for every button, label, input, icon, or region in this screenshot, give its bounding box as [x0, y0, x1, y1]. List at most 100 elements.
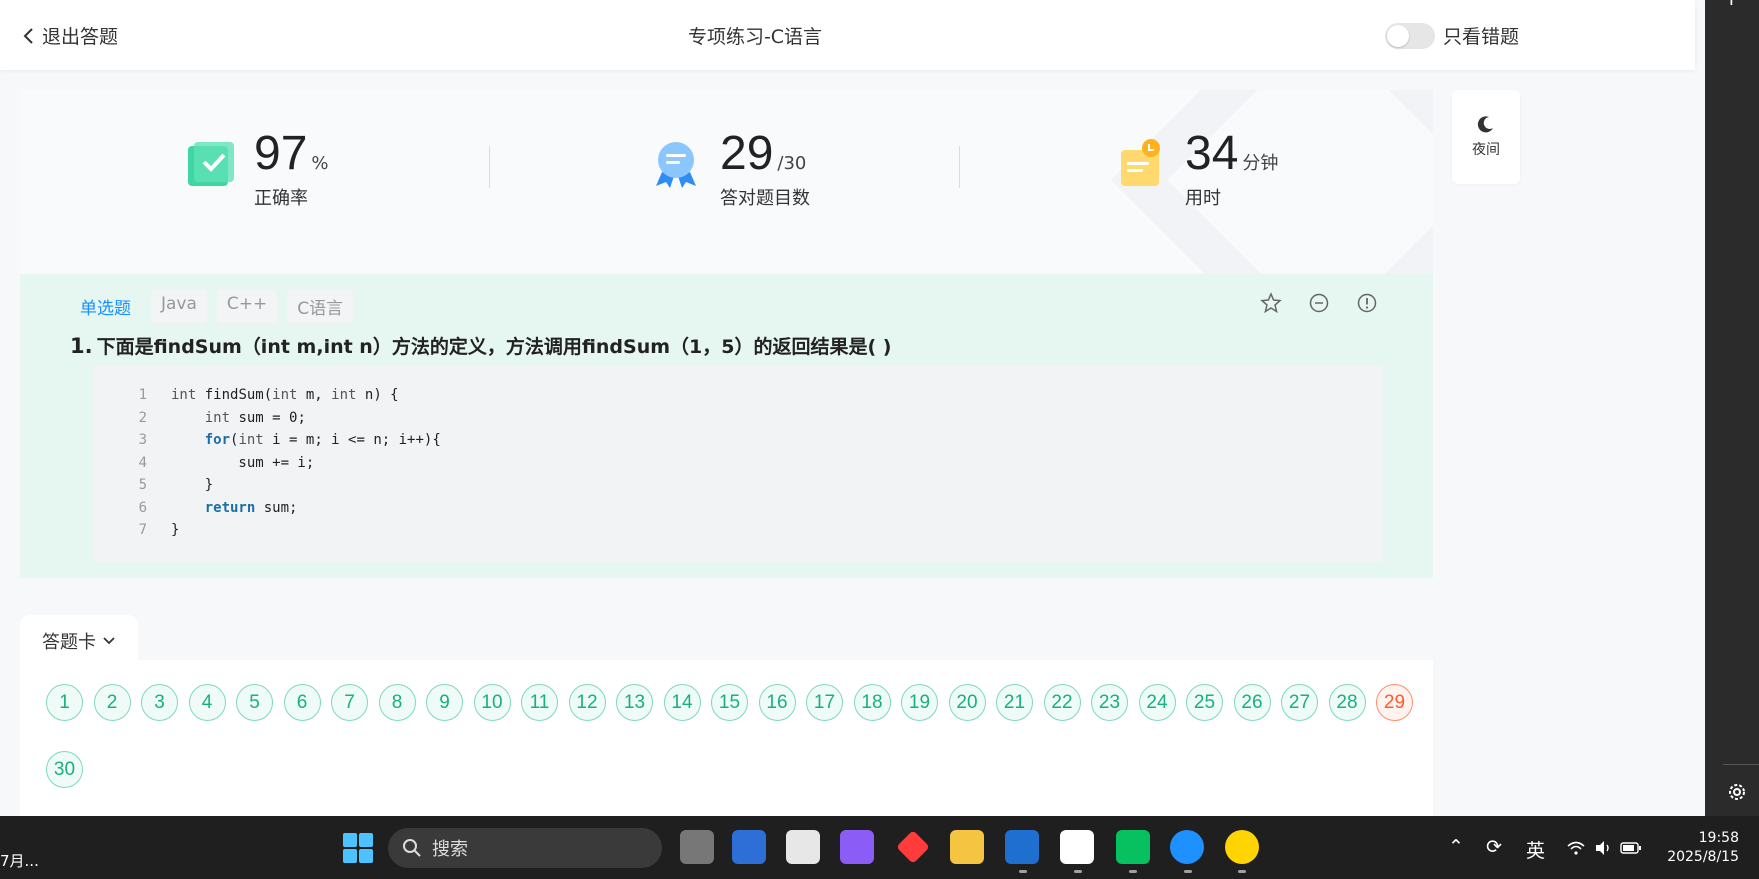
question-number-button[interactable]: 26 — [1233, 684, 1271, 721]
question-number-button[interactable]: 17 — [806, 684, 843, 721]
question-panel: 单选题 Java C++ C语言 1. 下面是findSum（int m,int … — [20, 274, 1433, 578]
task-view-icon[interactable] — [680, 830, 714, 864]
settings-app-icon[interactable] — [732, 830, 766, 864]
code-line: 7} — [93, 519, 1383, 542]
wifi-icon[interactable] — [1566, 840, 1586, 856]
wrong-only-toggle[interactable] — [1385, 22, 1435, 49]
line-number: 1 — [138, 387, 147, 403]
question-number-button[interactable]: 16 — [758, 684, 796, 721]
question-number-button[interactable]: 14 — [663, 684, 701, 721]
tag-language: Java — [151, 290, 207, 323]
award-badge-icon — [656, 142, 696, 188]
gear-icon[interactable] — [1725, 780, 1749, 804]
accuracy-value: 97 — [254, 127, 308, 180]
question-number-button[interactable]: 7 — [331, 684, 368, 721]
question-number-button[interactable]: 20 — [948, 684, 986, 721]
line-number: 7 — [138, 522, 147, 538]
question-number-button[interactable]: 11 — [521, 684, 558, 721]
question-number-button[interactable]: 8 — [378, 684, 416, 721]
code-line: 6 return sum; — [93, 497, 1383, 520]
question-number-button[interactable]: 9 — [426, 684, 463, 721]
question-number-button[interactable]: 1 — [46, 684, 83, 721]
check-clipboard-icon — [188, 142, 234, 186]
question-number-button[interactable]: 27 — [1281, 684, 1318, 721]
line-number: 5 — [138, 477, 147, 493]
page-title: 专项练习-C语言 — [687, 26, 823, 48]
running-indicator — [1184, 870, 1192, 873]
time-value: 34 — [1185, 127, 1239, 180]
question-number-button[interactable]: 12 — [568, 684, 606, 721]
code-text: int sum = 0; — [204, 409, 306, 426]
store-app-icon[interactable] — [786, 830, 820, 864]
code-text: sum += i; — [171, 454, 315, 471]
question-text: 下面是findSum（int m,int n）方法的定义，方法调用findSum… — [96, 336, 892, 358]
question-number-button[interactable]: 21 — [996, 684, 1033, 721]
result-stats-card: 97% 正确率 29/30 答对题目数 34 分钟 用时 — [20, 90, 1433, 274]
running-indicator — [1074, 870, 1082, 873]
search-placeholder: 搜索 — [432, 839, 468, 860]
battery-icon[interactable] — [1620, 841, 1642, 855]
ime-indicator[interactable]: 英 — [1526, 836, 1545, 863]
edge-browser-icon[interactable] — [1170, 830, 1204, 864]
running-indicator — [1129, 870, 1137, 873]
system-clock[interactable]: 19:58 2025/8/15 — [1665, 829, 1739, 867]
remote-app-icon[interactable] — [1005, 830, 1039, 864]
question-number-button[interactable]: 23 — [1091, 684, 1128, 721]
time-unit: 分钟 — [1242, 153, 1279, 174]
code-text: int findSum(int m, int n) { — [171, 387, 399, 403]
report-icon[interactable] — [1356, 292, 1378, 314]
question-number-button[interactable]: 3 — [141, 684, 178, 721]
taskbar: 7月... 搜索 ⌃ ⟳ 英 19:58 2025/8/15 — [0, 816, 1759, 879]
line-number: 6 — [138, 499, 147, 516]
question-number-button[interactable]: 28 — [1328, 684, 1366, 721]
sync-icon[interactable]: ⟳ — [1486, 836, 1502, 858]
question-number-button[interactable]: 15 — [711, 684, 748, 721]
app-diamond-icon[interactable] — [896, 830, 930, 864]
question-tags: 单选题 Java C++ C语言 — [70, 290, 354, 323]
code-line: 2 int sum = 0; — [93, 407, 1383, 430]
correct-unit: /30 — [777, 153, 807, 174]
stat-accuracy: 97% 正确率 — [184, 128, 329, 210]
clock-date: 2025/8/15 — [1667, 849, 1739, 865]
code-text: } — [171, 522, 180, 538]
question-number-button[interactable]: 24 — [1138, 684, 1176, 721]
question-number-button[interactable]: 13 — [616, 684, 653, 721]
code-text: for(int i = m; i <= n; i++){ — [204, 432, 441, 448]
file-explorer-icon[interactable] — [950, 830, 984, 864]
taskbar-widget-text[interactable]: 7月... — [0, 850, 39, 871]
question-number-button[interactable]: 29 — [1376, 684, 1413, 721]
start-button[interactable] — [343, 833, 373, 863]
question-number-button[interactable]: 5 — [236, 684, 273, 721]
question-number-button[interactable]: 22 — [1043, 684, 1081, 721]
question-number-button[interactable]: 10 — [473, 684, 511, 721]
star-icon[interactable] — [1260, 292, 1282, 314]
question-number-button[interactable]: 30 — [46, 751, 83, 788]
wechat-app-icon[interactable] — [1116, 830, 1150, 864]
time-label: 用时 — [1185, 188, 1221, 209]
line-number: 3 — [138, 432, 147, 448]
minus-circle-icon[interactable] — [1308, 292, 1330, 314]
taskbar-search[interactable]: 搜索 — [388, 828, 662, 868]
stat-correct: 29/30 答对题目数 — [650, 128, 810, 210]
question-number-button[interactable]: 18 — [853, 684, 891, 721]
plus-icon[interactable]: + — [1723, 0, 1740, 10]
code-line: 5 } — [93, 474, 1383, 497]
question-number-button[interactable]: 2 — [93, 684, 131, 721]
code-line: 4 sum += i; — [93, 452, 1383, 475]
question-number-button[interactable]: 6 — [283, 684, 321, 721]
code-line: 3 for(int i = m; i <= n; i++){ — [93, 429, 1383, 452]
moon-icon — [1477, 116, 1493, 133]
qq-app-icon[interactable] — [1060, 830, 1094, 864]
m365-app-icon[interactable] — [840, 830, 874, 864]
app-yellow-icon[interactable] — [1225, 830, 1259, 864]
running-indicator — [1238, 870, 1246, 873]
question-actions — [1260, 292, 1378, 314]
question-number-button[interactable]: 25 — [1186, 684, 1223, 721]
question-number-button[interactable]: 19 — [901, 684, 938, 721]
divider — [489, 146, 490, 188]
chevron-up-icon[interactable]: ⌃ — [1448, 836, 1464, 858]
volume-icon[interactable] — [1594, 840, 1612, 856]
question-number-button[interactable]: 4 — [188, 684, 226, 721]
wrong-only-label: 只看错题 — [1443, 26, 1520, 48]
night-mode-button[interactable]: 夜间 — [1452, 90, 1520, 184]
